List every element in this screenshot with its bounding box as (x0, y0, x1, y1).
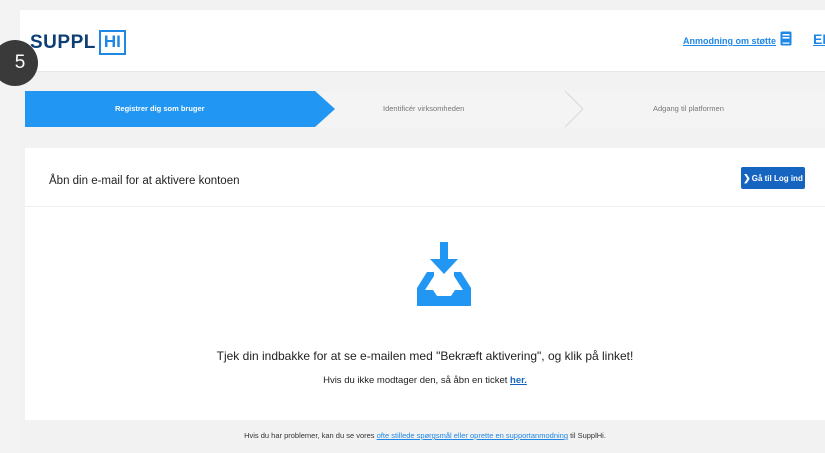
faq-support-link[interactable]: ofte stillede spørgsmål eller oprette en… (377, 431, 568, 440)
inbox-download-icon (417, 242, 471, 306)
top-strip (20, 0, 825, 10)
login-button-label: Gå til Log ind (751, 174, 803, 183)
step-access-label: Adgang til platformen (653, 104, 724, 113)
card-header: Åbn din e-mail for at aktivere kontoen ❯… (25, 148, 825, 207)
chevron-right-icon: ❯ (743, 173, 751, 183)
card-title: Åbn din e-mail for at aktivere kontoen (49, 175, 240, 187)
step-identify-label: Identificér virksomheden (383, 104, 465, 113)
language-switch[interactable]: EN (813, 31, 825, 47)
footer-help: Hvis du har problemer, kan du se vores o… (25, 422, 825, 450)
logo-text-left: SUPPL (30, 32, 96, 53)
footer-text-suffix: til SupplHi. (568, 431, 606, 440)
footer-text-prefix: Hvis du har problemer, kan du se vores (244, 431, 377, 440)
ticket-message: Hvis du ikke modtager den, så åbn en tic… (25, 375, 825, 386)
book-icon[interactable] (780, 31, 792, 46)
step-register-label: Registrer dig som bruger (115, 104, 205, 113)
logo-text-right: HI (98, 30, 126, 55)
support-request-link[interactable]: Anmodning om støtte (683, 36, 776, 46)
activation-card: Åbn din e-mail for at aktivere kontoen ❯… (25, 148, 825, 420)
step-separator (565, 91, 583, 127)
open-ticket-link[interactable]: her. (510, 375, 527, 386)
supplhi-logo[interactable]: SUPPL HI (30, 30, 126, 55)
check-inbox-message: Tjek din indbakke for at se e-mailen med… (216, 349, 634, 363)
go-to-login-button[interactable]: ❯Gå til Log ind (741, 167, 805, 189)
ticket-message-text: Hvis du ikke modtager den, så åbn en tic… (323, 375, 511, 386)
progress-steps: Registrer dig som bruger Identificér vir… (25, 91, 825, 127)
